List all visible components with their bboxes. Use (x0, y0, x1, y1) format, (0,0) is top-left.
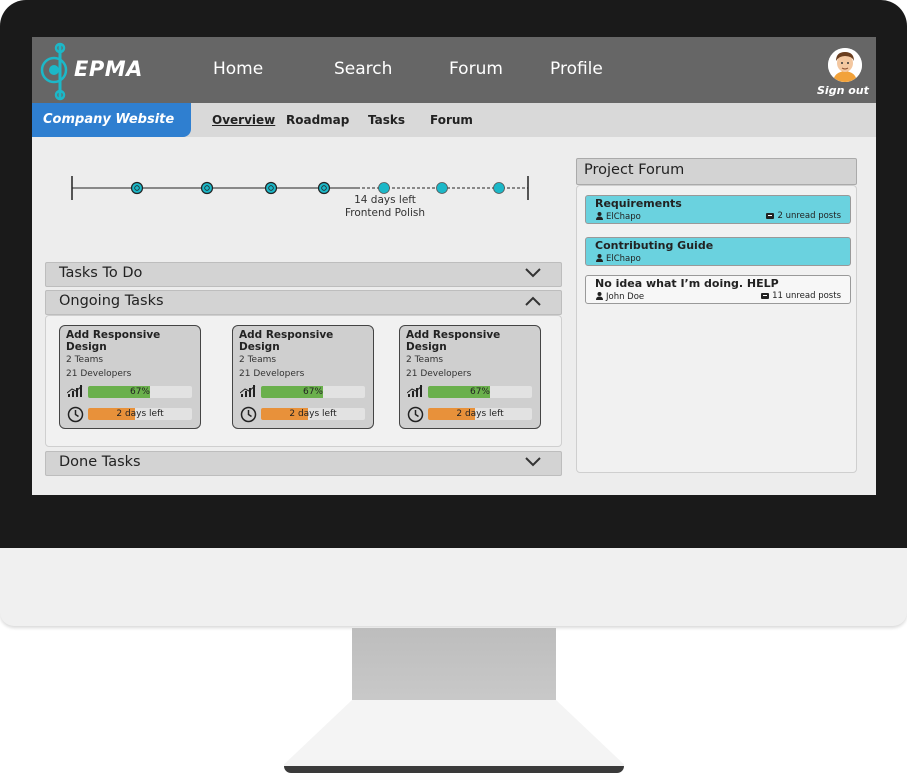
user-icon (596, 254, 603, 262)
monitor-stand-shadow (284, 766, 624, 773)
progress-label: 67% (469, 387, 490, 397)
post-title: Contributing Guide (595, 239, 714, 252)
avatar[interactable] (828, 48, 862, 82)
avatar-illustration (828, 48, 862, 82)
tab-overview[interactable]: Overview (212, 113, 275, 127)
post-unread: 11 unread posts (761, 291, 841, 301)
chevron-down-icon (525, 457, 541, 467)
time-bar: 2 days left (428, 408, 532, 420)
time-bar: 2 days left (261, 408, 365, 420)
progress-bar: 67% (88, 386, 192, 398)
forum-post[interactable]: No idea what I’m doing. HELP John Doe 11… (585, 275, 851, 304)
project-forum-header: Project Forum (576, 158, 857, 185)
progress-label: 67% (302, 387, 323, 397)
done-tasks-title: Done Tasks (59, 454, 141, 470)
signal-bars-icon (67, 385, 83, 397)
project-forum-panel (576, 185, 857, 473)
app-logo-text[interactable]: EPMA (74, 57, 143, 81)
post-title: Requirements (595, 197, 682, 210)
message-icon (766, 213, 775, 219)
time-left-label: 2 days left (116, 409, 164, 419)
milestone-upcoming[interactable] (378, 182, 390, 194)
task-teams: 2 Teams (66, 355, 104, 365)
nav-forum[interactable]: Forum (449, 59, 503, 79)
unread-count: 2 unread posts (777, 211, 841, 221)
task-developers: 21 Developers (406, 369, 472, 379)
milestone-upcoming[interactable] (493, 182, 505, 194)
tab-tasks[interactable]: Tasks (368, 113, 405, 127)
ongoing-tasks-title: Ongoing Tasks (59, 293, 164, 309)
tab-roadmap[interactable]: Roadmap (286, 113, 349, 127)
time-left-label: 2 days left (289, 409, 337, 419)
post-unread: 2 unread posts (766, 211, 841, 221)
tab-forum[interactable]: Forum (430, 113, 473, 127)
progress-label: 67% (129, 387, 150, 397)
chevron-up-icon (525, 296, 541, 306)
clock-icon (67, 406, 84, 423)
signal-bars-icon (240, 385, 256, 397)
progress-bar: 67% (428, 386, 532, 398)
screen: EPMA Home Search Forum Profile Sign out … (32, 37, 876, 495)
tasks-todo-accordion[interactable]: Tasks To Do (45, 262, 562, 287)
post-author-name: ElChapo (606, 212, 641, 222)
milestone-name: Frontend Polish (344, 207, 426, 219)
tasks-todo-title: Tasks To Do (59, 265, 143, 281)
forum-post[interactable]: Contributing Guide ElChapo (585, 237, 851, 266)
post-author: John Doe (596, 292, 644, 302)
clock-icon (407, 406, 424, 423)
task-card[interactable]: Add Responsive Design 2 Teams 21 Develop… (399, 325, 541, 429)
milestone-upcoming[interactable] (436, 182, 448, 194)
project-subnav: Company Website Overview Roadmap Tasks F… (32, 103, 876, 137)
sign-out-link[interactable]: Sign out (817, 84, 869, 97)
done-tasks-accordion[interactable]: Done Tasks (45, 451, 562, 476)
post-author-name: John Doe (606, 292, 645, 302)
nav-search[interactable]: Search (334, 59, 392, 79)
forum-post[interactable]: Requirements ElChapo 2 unread posts (585, 195, 851, 224)
post-author-name: ElChapo (606, 254, 641, 264)
task-teams: 2 Teams (406, 355, 444, 365)
task-teams: 2 Teams (239, 355, 277, 365)
nav-profile[interactable]: Profile (550, 59, 603, 79)
task-title: Add Responsive Design (66, 329, 161, 353)
milestone-done[interactable] (130, 181, 144, 195)
milestone-done[interactable] (264, 181, 278, 195)
days-left-text: 14 days left (354, 194, 416, 206)
chevron-down-icon (525, 268, 541, 278)
time-left-label: 2 days left (456, 409, 504, 419)
project-forum-title: Project Forum (584, 162, 685, 178)
monitor-chin (0, 548, 907, 626)
signal-bars-icon (407, 385, 423, 397)
milestone-done[interactable] (200, 181, 214, 195)
post-title: No idea what I’m doing. HELP (595, 277, 779, 290)
milestone-done[interactable] (317, 181, 331, 195)
monitor-stand-base (284, 700, 624, 770)
project-name-tab[interactable]: Company Website (32, 103, 191, 137)
nav-home[interactable]: Home (213, 59, 263, 79)
task-card[interactable]: Add Responsive Design 2 Teams 21 Develop… (232, 325, 374, 429)
top-navbar: EPMA Home Search Forum Profile Sign out (32, 37, 876, 103)
task-developers: 21 Developers (239, 369, 305, 379)
logo-icon (40, 42, 68, 101)
time-bar: 2 days left (88, 408, 192, 420)
task-title: Add Responsive Design (406, 329, 501, 353)
roadmap-timeline (71, 176, 529, 200)
user-icon (596, 292, 603, 300)
task-developers: 21 Developers (66, 369, 132, 379)
unread-count: 11 unread posts (772, 291, 841, 301)
monitor-stand-neck (352, 628, 556, 704)
task-card[interactable]: Add Responsive Design 2 Teams 21 Develop… (59, 325, 201, 429)
progress-bar: 67% (261, 386, 365, 398)
milestone-label: 14 days left Frontend Polish (340, 194, 430, 220)
clock-icon (240, 406, 257, 423)
task-title: Add Responsive Design (239, 329, 334, 353)
post-author: ElChapo (596, 212, 641, 222)
ongoing-tasks-accordion[interactable]: Ongoing Tasks (45, 290, 562, 315)
post-author: ElChapo (596, 254, 641, 264)
user-icon (596, 212, 603, 220)
message-icon (761, 293, 770, 299)
